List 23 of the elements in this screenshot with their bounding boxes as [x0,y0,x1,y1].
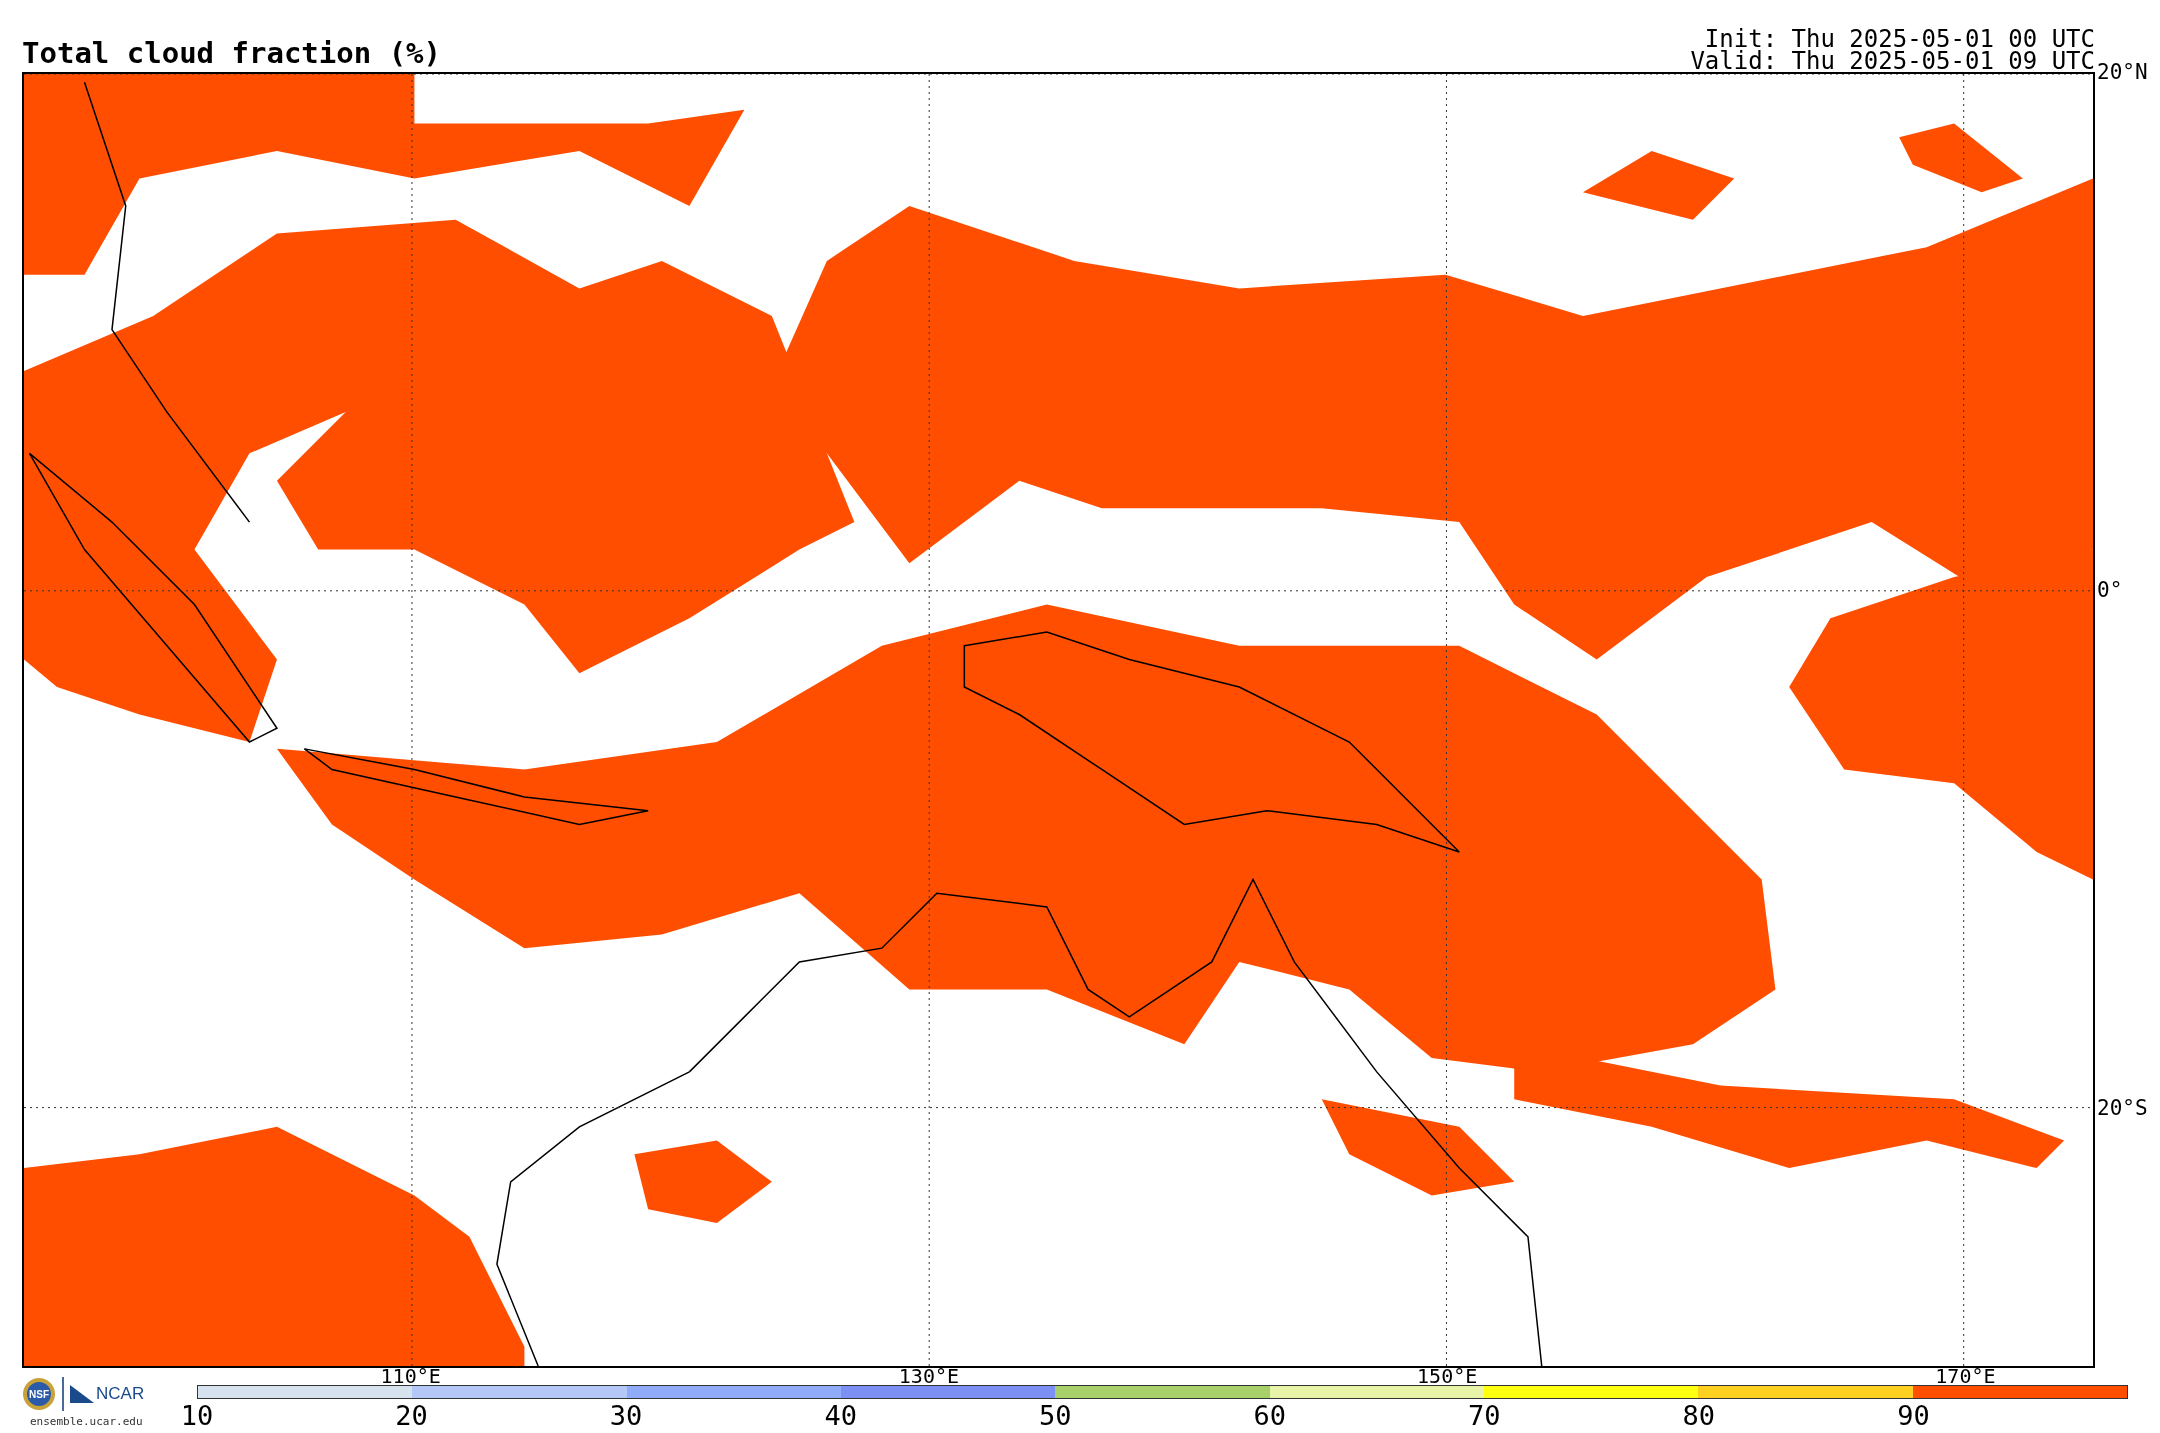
valid-time: Valid: Thu 2025-05-01 09 UTC [1690,49,2095,72]
site-address: ensemble.ucar.edu [30,1415,143,1428]
longitude-label: 170°E [1935,1365,1996,1386]
init-time: Init: Thu 2025-05-01 00 UTC [1704,27,2095,50]
chart-title: Total cloud fraction (%) [22,38,442,68]
scale-tick-label: 90 [1897,1401,1930,1431]
latitude-label: 0° [2097,578,2123,602]
nsf-logo-icon: NSF [22,1377,56,1411]
scale-tick-label: 40 [824,1401,857,1431]
latitude-label: 20°N [2097,59,2148,84]
scale-tick-label: 20 [395,1401,428,1431]
longitude-label: 130°E [898,1365,960,1386]
ncar-mark-icon [70,1385,94,1403]
latitude-label: 20°S [2097,1096,2148,1121]
scale-tick-label: 50 [1038,1401,1072,1431]
longitude-label: 110°E [380,1365,441,1386]
scale-tick-label: 60 [1253,1401,1286,1431]
scale-tick-label: 70 [1468,1401,1501,1431]
scale-tick-label: 10 [180,1401,214,1431]
ncar-logo-text: NCAR [96,1384,145,1404]
scale-tick-label: 80 [1682,1401,1716,1431]
longitude-label: 150°E [1417,1365,1478,1386]
scale-tick-label: 30 [609,1401,643,1431]
